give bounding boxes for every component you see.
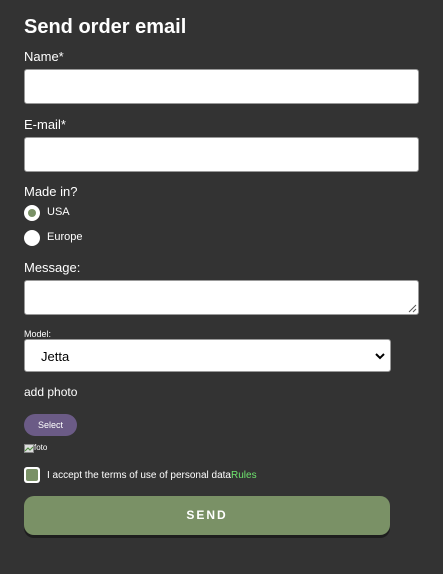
radio-selected-dot (28, 209, 36, 217)
photo-alt-text: foto (34, 443, 48, 452)
radio-button-europe[interactable] (24, 230, 40, 246)
select-photo-button[interactable]: Select (24, 414, 77, 436)
resize-grip-icon[interactable] (408, 304, 417, 313)
form-title: Send order email (24, 16, 187, 38)
add-photo-label: add photo (24, 385, 78, 399)
model-select[interactable]: Jetta (24, 339, 391, 372)
radio-button-usa[interactable] (24, 205, 40, 221)
radio-usa-label: USA (47, 206, 70, 218)
name-input[interactable] (24, 69, 419, 104)
made-in-label: Made in? (24, 184, 78, 199)
model-label: Model: (24, 329, 52, 339)
terms-label: I accept the terms of use of personal da… (47, 470, 231, 481)
model-select-value: Jetta (41, 349, 70, 364)
message-label: Message: (24, 260, 81, 275)
send-button[interactable]: SEND (24, 496, 390, 535)
email-input[interactable] (24, 137, 419, 172)
name-label: Name* (24, 49, 64, 64)
radio-europe-label: Europe (47, 231, 83, 243)
terms-rules-link[interactable]: Rules (231, 470, 257, 481)
terms-checkbox[interactable] (24, 467, 40, 483)
order-form: Send order email Name* E-mail* Made in? … (0, 0, 443, 574)
broken-image-icon (24, 444, 34, 453)
chevron-down-icon (375, 353, 385, 360)
checkbox-checked-fill (26, 469, 38, 481)
email-label: E-mail* (24, 117, 66, 132)
terms-text: I accept the terms of use of personal da… (47, 469, 267, 482)
message-textarea[interactable] (24, 280, 419, 315)
